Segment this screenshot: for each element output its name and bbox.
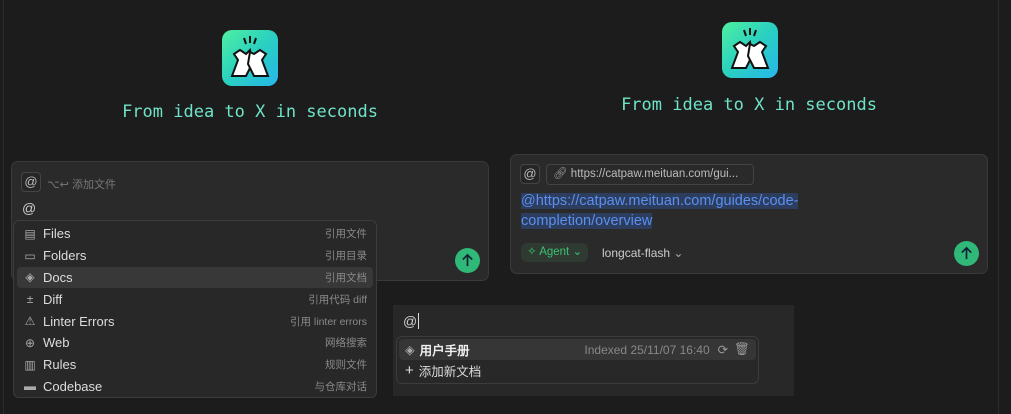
send-button[interactable]: [954, 241, 979, 266]
menu-item-diff[interactable]: ± Diff 引用代码 diff: [17, 288, 373, 310]
divider: [998, 0, 999, 414]
mention-menu: ▤ Files 引用文件 ▭ Folders 引用目录 ◈ Docs 引用文档 ± Diff 引用代码…: [13, 220, 377, 398]
menu-item-files[interactable]: ▤ Files 引用文件: [17, 223, 373, 245]
chat-input[interactable]: @ 🔗︎ https://catpaw.meituan.com/gui... @…: [510, 154, 988, 274]
menu-item-desc: 引用文件: [325, 228, 367, 241]
app-logo: [222, 30, 278, 86]
divider: [3, 0, 4, 414]
menu-item-desc: 引用 linter errors: [289, 315, 367, 328]
menu-item-label: Files: [43, 226, 71, 242]
app-logo: [722, 22, 778, 78]
add-file-hint: ⌥↩ 添加文件: [47, 179, 116, 191]
layers-icon: ◈: [25, 270, 35, 285]
docs-panel: @ ◈ 用户手册 Indexed 25/11/07 16:40 ⟳ 🗑︎ + 添…: [393, 305, 794, 396]
link-icon: 🔗︎: [553, 168, 571, 180]
folder-icon: ▭: [24, 248, 36, 263]
warning-icon: ⚠: [24, 314, 36, 329]
menu-item-label: Linter Errors: [43, 313, 115, 329]
url-chip-label: https://catpaw.meituan.com/gui...: [570, 168, 739, 180]
indexed-time: Indexed 25/11/07 16:40: [584, 342, 710, 357]
mention-button[interactable]: @: [21, 172, 41, 192]
menu-item-label: Web: [43, 335, 70, 351]
file-icon: ▤: [24, 226, 36, 241]
plus-icon: +: [405, 362, 414, 379]
menu-item-desc: 规则文件: [325, 359, 367, 372]
globe-icon: ⊕: [24, 335, 36, 350]
menu-item-label: Codebase: [43, 378, 103, 394]
mention-line: completion/overview: [521, 213, 653, 229]
model-selector[interactable]: longcat-flash ⌄: [602, 246, 683, 260]
menu-item-desc: 引用文档: [325, 271, 367, 284]
model-label: longcat-flash: [602, 246, 671, 260]
layers-icon: ◈: [405, 343, 415, 357]
menu-item-label: Rules: [43, 357, 77, 373]
tagline: From idea to X in seconds: [621, 95, 877, 115]
menu-item-label: Docs: [43, 269, 73, 285]
menu-item-desc: 与仓库对话: [314, 380, 368, 393]
url-context-chip[interactable]: 🔗︎ https://catpaw.meituan.com/gui...: [546, 164, 754, 185]
agent-mode-button[interactable]: ✧ Agent ⌄: [521, 243, 589, 262]
menu-item-desc: 网络搜索: [325, 337, 367, 350]
menu-item-desc: 引用目录: [325, 250, 367, 263]
doc-name: 用户手册: [419, 344, 470, 358]
chevron-down-icon: ⌄: [670, 246, 684, 260]
sparkle-icon: ✧: [527, 246, 540, 258]
menu-item-desc: 引用代码 diff: [308, 293, 367, 306]
tagline: From idea to X in seconds: [122, 102, 378, 122]
mention-button[interactable]: @: [520, 164, 540, 184]
send-button[interactable]: [455, 248, 480, 273]
menu-item-docs[interactable]: ◈ Docs 引用文档: [17, 266, 373, 289]
arrow-up-icon: [462, 253, 473, 267]
mention-text[interactable]: @https://catpaw.meituan.com/guides/code-…: [521, 191, 841, 231]
menu-item-codebase[interactable]: ▬ Codebase 与仓库对话: [17, 376, 373, 398]
menu-item-folders[interactable]: ▭ Folders 引用目录: [17, 245, 373, 267]
menu-item-label: Diff: [43, 291, 63, 307]
add-doc-label: 添加新文档: [418, 365, 482, 379]
menu-item-web[interactable]: ⊕ Web 网络搜索: [17, 332, 373, 354]
input-text[interactable]: @: [22, 200, 36, 216]
docs-list: ◈ 用户手册 Indexed 25/11/07 16:40 ⟳ 🗑︎ + 添加新…: [396, 336, 759, 384]
doc-item[interactable]: ◈ 用户手册 Indexed 25/11/07 16:40 ⟳ 🗑︎: [399, 339, 756, 360]
mention-line: @https://catpaw.meituan.com/guides/code-: [521, 193, 799, 209]
menu-item-linter-errors[interactable]: ⚠ Linter Errors 引用 linter errors: [17, 310, 373, 332]
refresh-icon[interactable]: ⟳: [718, 342, 728, 357]
rules-icon: ▥: [24, 357, 36, 372]
input-text[interactable]: @: [403, 313, 420, 329]
diff-icon: ±: [26, 292, 34, 307]
agent-label: Agent: [539, 246, 570, 258]
arrow-up-icon: [961, 246, 972, 260]
add-doc-button[interactable]: + 添加新文档: [399, 360, 756, 381]
chevron-down-icon: ⌄: [569, 246, 583, 258]
codebase-icon: ▬: [24, 379, 36, 394]
menu-item-rules[interactable]: ▥ Rules 规则文件: [17, 354, 373, 376]
trash-icon[interactable]: 🗑︎: [734, 342, 750, 357]
menu-item-label: Folders: [43, 248, 87, 264]
